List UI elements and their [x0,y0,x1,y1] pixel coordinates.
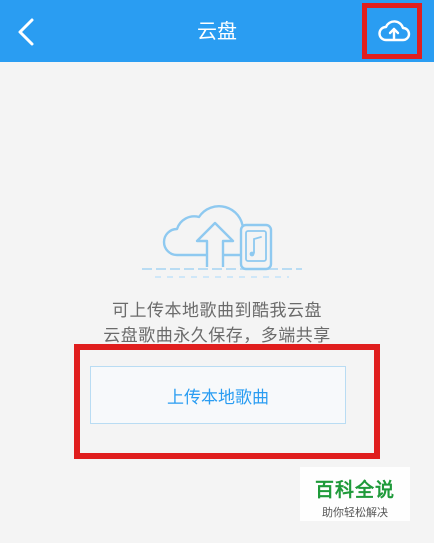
watermark: 百科全说 助你轻松解决 [300,467,410,521]
watermark-subtitle: 助你轻松解决 [322,506,388,519]
highlight-box-upload-local [74,344,380,459]
empty-state-line-1: 可上传本地歌曲到酷我云盘 [112,301,322,321]
empty-state-line-2: 云盘歌曲永久保存，多端共享 [103,326,331,346]
watermark-title: 百科全说 [314,479,395,501]
cloud-upload-phone-illustration [142,205,302,278]
highlight-box-upload [362,3,422,59]
